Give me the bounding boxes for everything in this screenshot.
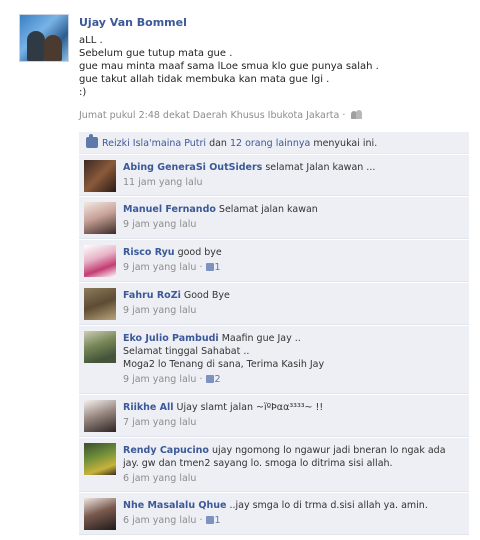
comment-time[interactable]: 6 jam yang lalu bbox=[123, 472, 463, 485]
commenter-name[interactable]: Rendy Capucino bbox=[123, 445, 209, 456]
comment: Abing GeneraSi OutSiders selamat Jalan k… bbox=[79, 155, 469, 196]
thumbs-up-icon bbox=[86, 134, 98, 148]
comment-text: selamat Jalan kawan ... bbox=[262, 162, 376, 173]
like-icon bbox=[205, 375, 214, 383]
comment: Riikhe All Ujay slamt jalan ~ïºÞαα³³³³~ … bbox=[79, 395, 469, 437]
comment: Fahru RoZi Good Bye 9 jam yang lalu bbox=[79, 283, 469, 325]
post-line: Sebelum gue tutup mata gue . bbox=[79, 48, 233, 59]
commenter-avatar[interactable] bbox=[84, 331, 116, 363]
commenter-name[interactable]: Risco Ryu bbox=[123, 247, 175, 258]
like-icon bbox=[205, 516, 214, 524]
commenter-name[interactable]: Abing GeneraSi OutSiders bbox=[123, 162, 262, 173]
post-timestamp-location[interactable]: Jumat pukul 2:48 dekat Daerah Khusus Ibu… bbox=[79, 110, 348, 121]
commenter-name[interactable]: Manuel Fernando bbox=[123, 204, 216, 215]
comment: Nhe Masalalu Qhue ..jay smga lo di trma … bbox=[79, 493, 469, 535]
like-icon bbox=[205, 263, 214, 271]
comment-time[interactable]: 9 jam yang lalu bbox=[123, 304, 463, 317]
comment-time[interactable]: 9 jam yang lalu · bbox=[123, 262, 206, 273]
comment-like-count[interactable]: 2 bbox=[205, 374, 221, 385]
post-author-name[interactable]: Ujay Van Bommel bbox=[79, 16, 187, 29]
people-icon[interactable] bbox=[351, 110, 363, 119]
post-meta: Jumat pukul 2:48 dekat Daerah Khusus Ibu… bbox=[79, 110, 363, 121]
comment-like-count[interactable]: 1 bbox=[205, 515, 221, 526]
post-text: aLL . Sebelum gue tutup mata gue . gue m… bbox=[79, 34, 379, 99]
likes-bar: Reizki Isla'maina Putri dan 12 orang lai… bbox=[79, 132, 469, 154]
comment-text: Selamat tinggal Sahabat .. bbox=[123, 346, 250, 357]
post-line: aLL . bbox=[79, 35, 103, 46]
comment-like-count[interactable]: 1 bbox=[205, 262, 221, 273]
likers-others-link[interactable]: 12 orang lainnya bbox=[230, 138, 310, 149]
commenter-name[interactable]: Fahru RoZi bbox=[123, 290, 181, 301]
comment-text: good bye bbox=[174, 247, 222, 258]
comment-time[interactable]: 6 jam yang lalu · bbox=[123, 515, 206, 526]
commenter-avatar[interactable] bbox=[84, 498, 116, 530]
post-line: gue takut allah tidak membuka kan mata g… bbox=[79, 74, 330, 85]
commenter-name[interactable]: Riikhe All bbox=[123, 402, 174, 413]
comment: Risco Ryu good bye 9 jam yang lalu · 1 bbox=[79, 240, 469, 282]
comment-text: Maafin gue Jay .. bbox=[218, 333, 301, 344]
commenter-avatar[interactable] bbox=[84, 245, 116, 277]
comment-text: Moga2 lo Tenang di sana, Terima Kasih Ja… bbox=[123, 359, 325, 370]
author-avatar[interactable] bbox=[19, 14, 69, 62]
comment-text: Selamat jalan kawan bbox=[215, 204, 318, 215]
commenter-name[interactable]: Eko Julio Pambudi bbox=[123, 333, 219, 344]
commenter-avatar[interactable] bbox=[84, 202, 116, 234]
comment-text: ujay ngomong lo ngawur jadi bneran lo ng… bbox=[208, 445, 446, 456]
commenter-avatar[interactable] bbox=[84, 400, 116, 432]
comment-text: ..jay smga lo di trma d.sisi allah ya. a… bbox=[226, 500, 428, 511]
comment-time[interactable]: 9 jam yang lalu bbox=[123, 218, 463, 231]
comment: Manuel Fernando Selamat jalan kawan 9 ja… bbox=[79, 197, 469, 239]
liker-name-link[interactable]: Reizki Isla'maina Putri bbox=[102, 138, 206, 149]
comment-time[interactable]: 11 jam yang lalu bbox=[123, 176, 463, 189]
comment-text: Good Bye bbox=[180, 290, 230, 301]
commenter-name[interactable]: Nhe Masalalu Qhue bbox=[123, 500, 226, 511]
post-line: gue mau minta maaf sama lLoe smua klo gu… bbox=[79, 61, 379, 72]
commenter-avatar[interactable] bbox=[84, 443, 116, 475]
comment-time[interactable]: 9 jam yang lalu · bbox=[123, 374, 206, 385]
comment: Rendy Capucino ujay ngomong lo ngawur ja… bbox=[79, 438, 469, 492]
comment-time[interactable]: 7 jam yang lalu bbox=[123, 416, 463, 429]
commenter-avatar[interactable] bbox=[84, 288, 116, 320]
post-line: :) bbox=[79, 87, 87, 98]
comment: Eko Julio Pambudi Maafin gue Jay .. Sela… bbox=[79, 326, 469, 394]
comment-text: jay. gw dan tmen2 sayang lo. smoga lo di… bbox=[123, 458, 393, 469]
commenter-avatar[interactable] bbox=[84, 160, 116, 192]
comment-text: Ujay slamt jalan ~ïºÞαα³³³³~ !! bbox=[173, 402, 324, 413]
